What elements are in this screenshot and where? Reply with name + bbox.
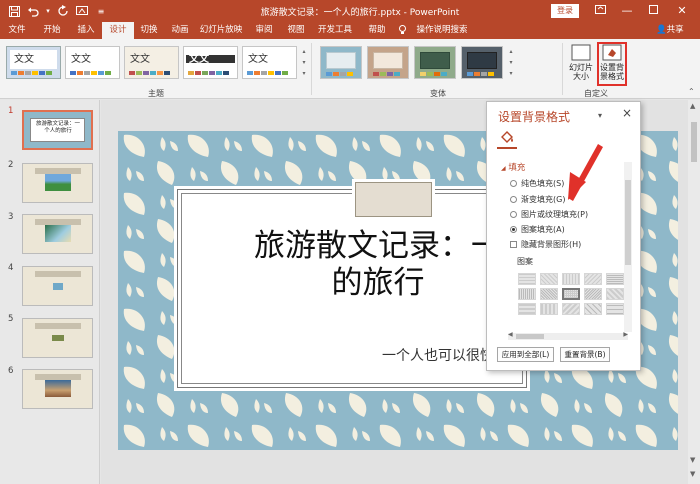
annotation-arrow	[568, 144, 603, 201]
